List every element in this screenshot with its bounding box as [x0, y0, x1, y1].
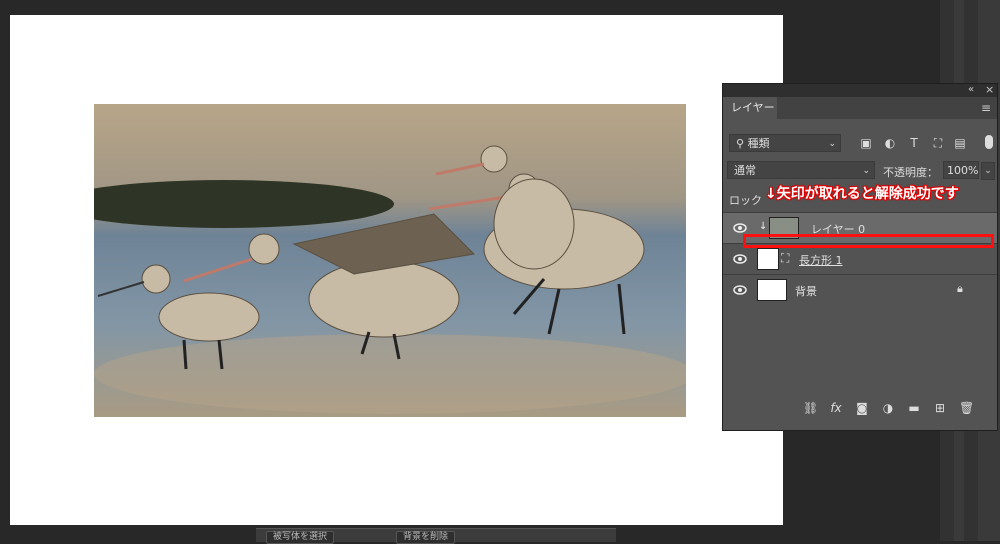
- fx-icon[interactable]: fx: [829, 401, 843, 415]
- panel-titlebar: « ×: [723, 83, 997, 97]
- annotation-text: ↓矢印が取れると解除成功です: [765, 186, 959, 202]
- select-subject-button[interactable]: 被写体を選択: [266, 531, 335, 544]
- mask-icon[interactable]: ◙: [855, 401, 869, 415]
- blend-mode-value: 通常: [734, 164, 756, 177]
- adjustment-filter-icon[interactable]: ◐: [883, 136, 897, 150]
- layer-thumbnail: [757, 248, 779, 270]
- panel-menu-icon[interactable]: ≡: [981, 101, 991, 115]
- shape-filter-icon[interactable]: ⛶: [931, 136, 945, 150]
- contextual-task-bar: 被写体を選択 背景を削除: [256, 528, 616, 544]
- layer-name[interactable]: 背景: [795, 283, 817, 299]
- folder-icon[interactable]: ▬: [907, 401, 921, 415]
- annotation-highlight-box: [743, 234, 994, 248]
- layer-row-background[interactable]: 背景 🔒︎: [723, 274, 997, 305]
- layers-panel: « × レイヤー ≡ ⚲ 種類 ⌄ ▣ ◐ T ⛶ ▤ 通常 ⌄ 不透明度： 1…: [722, 83, 998, 431]
- shape-layer-icon: ⛶: [781, 251, 790, 265]
- opacity-label: 不透明度：: [883, 166, 938, 179]
- remove-background-button[interactable]: 背景を削除: [396, 531, 456, 544]
- adjustment-icon[interactable]: ◑: [881, 401, 895, 415]
- filter-toggle[interactable]: [985, 135, 993, 149]
- layer-name[interactable]: 長方形 1: [799, 252, 843, 268]
- blend-row: 通常 ⌄ 不透明度： 100% ⌄: [723, 159, 997, 181]
- collapse-icon[interactable]: «: [968, 84, 974, 95]
- link-icon[interactable]: ⛓: [803, 401, 818, 415]
- lock-icon: 🔒︎: [957, 282, 963, 295]
- panel-tab-row: レイヤー ≡: [723, 97, 997, 119]
- search-icon: ⚲: [736, 137, 748, 150]
- bird-photo[interactable]: [94, 104, 686, 417]
- chevron-down-icon: ⌄: [862, 166, 870, 176]
- trash-icon[interactable]: 🗑︎: [959, 401, 974, 415]
- lock-label: ロック: [729, 194, 762, 207]
- chevron-down-icon: ⌄: [828, 139, 836, 149]
- filter-kind-value: 種類: [747, 137, 770, 150]
- bird-photo-image: [94, 104, 686, 417]
- blend-mode-select[interactable]: 通常 ⌄: [727, 161, 875, 179]
- clip-arrow-icon: ↓: [759, 221, 768, 232]
- panel-bottom-bar: ⛓ fx ◙ ◑ ▬ ⊞ 🗑︎: [723, 395, 997, 425]
- eye-icon[interactable]: [733, 222, 747, 234]
- filter-kind-select[interactable]: ⚲ 種類 ⌄: [729, 134, 841, 152]
- opacity-chevron-icon[interactable]: ⌄: [981, 162, 995, 180]
- tab-layers[interactable]: レイヤー: [723, 97, 777, 119]
- opacity-input[interactable]: 100%: [943, 161, 979, 179]
- pixel-filter-icon[interactable]: ▣: [859, 136, 873, 150]
- eye-icon[interactable]: [733, 284, 747, 296]
- close-icon[interactable]: ×: [985, 83, 994, 96]
- layer-thumbnail: [757, 279, 787, 301]
- new-layer-icon[interactable]: ⊞: [933, 401, 947, 415]
- smart-object-filter-icon[interactable]: ▤: [953, 136, 967, 150]
- filter-row: ⚲ 種類 ⌄ ▣ ◐ T ⛶ ▤: [723, 132, 997, 154]
- eye-icon[interactable]: [733, 253, 747, 265]
- type-filter-icon[interactable]: T: [907, 136, 921, 150]
